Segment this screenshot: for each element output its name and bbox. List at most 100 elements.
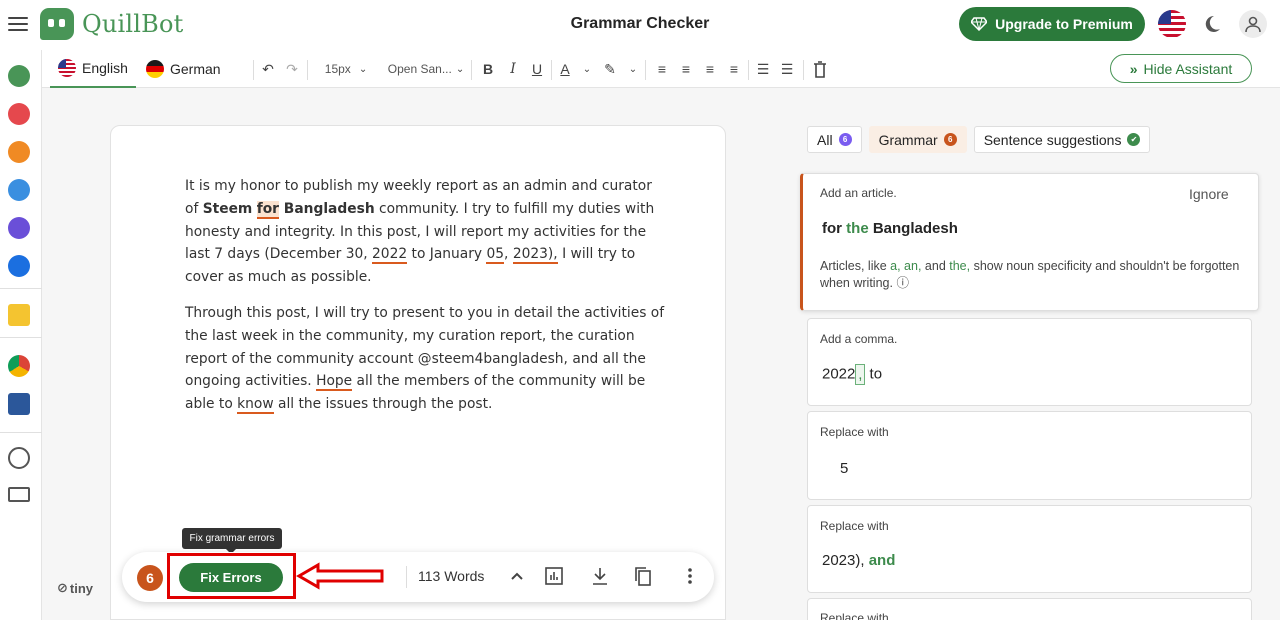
german-flag-icon (146, 60, 164, 78)
fix-errors-tooltip: Fix grammar errors (182, 528, 282, 554)
statistics-icon[interactable] (543, 565, 565, 587)
grammar-error-underline[interactable]: know (237, 396, 274, 415)
align-center-icon[interactable]: ≡ (677, 58, 695, 80)
upgrade-premium-button[interactable]: Upgrade to Premium (959, 7, 1145, 41)
word-addin-icon[interactable] (8, 393, 30, 415)
help-icon[interactable] (8, 447, 30, 469)
us-flag-icon[interactable] (1158, 10, 1186, 38)
ai-writer-icon[interactable] (8, 179, 30, 201)
suggestion-card-active[interactable]: Add an article. Ignore for the Banglades… (800, 173, 1259, 311)
tiny-icon: ⊘ (57, 580, 68, 595)
summarizer-icon[interactable] (8, 217, 30, 239)
card-label: Add an article. (820, 186, 897, 200)
suggestion-card[interactable]: Replace with (807, 598, 1252, 620)
count-badge: 6 (838, 133, 852, 146)
align-justify-icon[interactable]: ≡ (725, 58, 743, 80)
text-run: , (504, 246, 513, 263)
filter-grammar[interactable]: Grammar 6 (868, 126, 967, 153)
suggestion-text[interactable]: 2023), and (822, 552, 895, 569)
card-label: Add a comma. (820, 332, 898, 346)
undo-icon[interactable]: ↶ (258, 58, 278, 80)
download-icon[interactable] (589, 565, 611, 587)
text-run: all the issues through the post. (273, 396, 493, 413)
word-count[interactable]: 113 Words (418, 568, 484, 584)
grammar-error-underline[interactable]: Hope (316, 373, 353, 392)
grammar-checker-icon[interactable] (8, 103, 30, 125)
font-size-select[interactable]: 15px ⌄ (318, 58, 374, 80)
dark-mode-icon[interactable] (1200, 12, 1224, 36)
plagiarism-checker-icon[interactable] (8, 141, 30, 163)
suggestion-text[interactable]: 5 (840, 460, 848, 477)
toolbar-divider (748, 60, 749, 80)
text-run-bold: Steem (202, 200, 253, 217)
italic-icon[interactable]: I (504, 58, 522, 80)
check-icon: ✔ (1127, 133, 1141, 146)
info-icon[interactable]: ⓘ (896, 276, 909, 290)
toolbar-divider (551, 60, 552, 80)
ignore-button[interactable]: Ignore (1189, 186, 1229, 202)
inserted-text: and (868, 552, 896, 569)
premium-diamond-icon[interactable] (8, 304, 30, 326)
header: QuillBot Grammar Checker Upgrade to Prem… (0, 0, 1280, 50)
suggestion-card[interactable]: Add a comma. 2022, to (807, 318, 1252, 406)
annotation-highlight-box (167, 553, 296, 599)
font-size-value: 15px (324, 62, 351, 76)
chevron-down-icon[interactable]: ⌄ (626, 58, 640, 80)
count-badge: 6 (943, 133, 957, 146)
editor-content[interactable]: It is my honor to publish my weekly repo… (185, 175, 665, 429)
highlight-color-icon[interactable]: ✎ (600, 58, 620, 80)
suggestion-card[interactable]: Replace with 2023), and (807, 505, 1252, 593)
suggestion-explanation: Articles, like a, an, and the, show noun… (820, 258, 1240, 292)
align-left-icon[interactable]: ≡ (653, 58, 671, 80)
text-run: the, (949, 259, 971, 273)
upgrade-premium-label: Upgrade to Premium (995, 16, 1133, 32)
numbered-list-icon[interactable]: ☰ (778, 58, 796, 80)
annotation-arrow-icon (296, 562, 384, 590)
hide-assistant-button[interactable]: » Hide Assistant (1110, 54, 1252, 83)
card-label: Replace with (820, 425, 889, 439)
text-run: Bangladesh (868, 220, 958, 237)
toolbar-divider (645, 60, 646, 80)
toolbar-divider (803, 60, 804, 80)
filter-sentence-suggestions[interactable]: Sentence suggestions ✔ (973, 126, 1151, 153)
tab-english[interactable]: English (50, 50, 136, 88)
suggestion-text[interactable]: 2022, to (822, 364, 882, 385)
tab-german[interactable]: German (146, 50, 221, 88)
suggestion-text[interactable]: for the Bangladesh (822, 220, 958, 237)
filter-all[interactable]: All 6 (807, 126, 862, 153)
citation-generator-icon[interactable] (8, 255, 30, 277)
filter-label: Sentence suggestions (983, 131, 1122, 148)
text-run: for (822, 220, 847, 237)
paraphraser-icon[interactable] (8, 65, 30, 87)
tab-german-label: German (170, 61, 221, 77)
tiny-logo[interactable]: ⊘ tiny (57, 580, 93, 596)
paragraph-1: It is my honor to publish my weekly repo… (185, 175, 665, 289)
tiny-label: tiny (69, 580, 94, 596)
filter-label: All (817, 131, 833, 148)
underline-icon[interactable]: U (528, 58, 546, 80)
double-chevron-right-icon: » (1129, 60, 1138, 77)
mail-icon[interactable] (8, 487, 30, 502)
text-run: and (921, 259, 950, 273)
copy-icon[interactable] (632, 565, 654, 587)
bullet-list-icon[interactable]: ☰ (754, 58, 772, 80)
font-family-select[interactable]: Open San... ⌄ (386, 58, 466, 80)
chevron-down-icon[interactable]: ⌄ (580, 58, 594, 80)
more-options-icon[interactable] (679, 565, 701, 587)
suggestion-card[interactable]: Replace with 5 (807, 411, 1252, 500)
grammar-error-underline[interactable]: 05 (486, 246, 505, 265)
align-right-icon[interactable]: ≡ (701, 58, 719, 80)
grammar-error-underline[interactable]: 2023), (512, 246, 558, 265)
bold-icon[interactable]: B (479, 58, 497, 80)
redo-icon[interactable]: ↷ (282, 58, 302, 80)
sidebar-divider (0, 337, 42, 338)
trash-icon[interactable] (810, 58, 830, 80)
grammar-error-underline[interactable]: 2022 (372, 246, 408, 265)
text-color-icon[interactable]: A (555, 58, 575, 80)
card-label: Replace with (820, 611, 889, 620)
chrome-extension-icon[interactable] (8, 355, 30, 377)
chevron-up-icon[interactable] (506, 565, 528, 587)
grammar-error-highlight[interactable]: for (256, 200, 279, 219)
user-account-icon[interactable] (1239, 10, 1267, 38)
inserted-comma: , (855, 364, 866, 385)
